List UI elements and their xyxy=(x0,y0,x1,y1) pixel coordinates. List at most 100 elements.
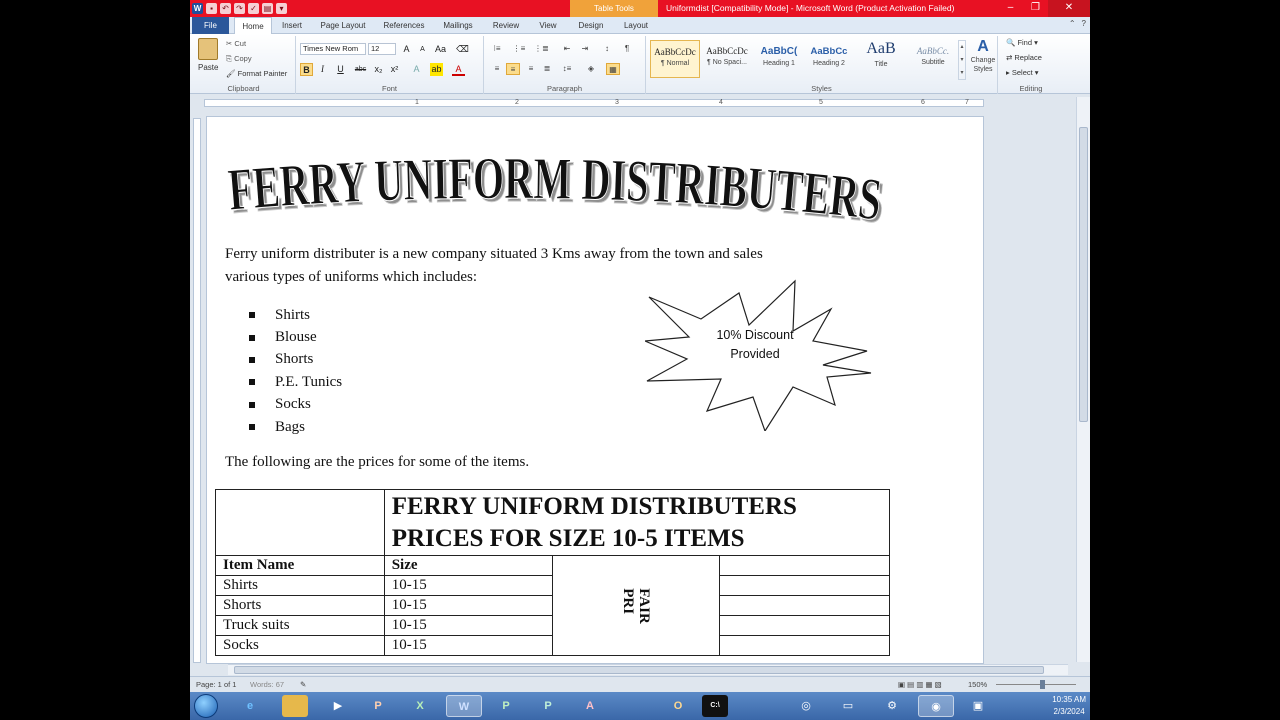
item-name-cell[interactable]: Shirts xyxy=(215,575,385,596)
italic-icon[interactable]: I xyxy=(316,63,329,76)
sort-icon[interactable]: ↕ xyxy=(600,43,614,55)
format-painter-button[interactable]: 🖌 Format Painter xyxy=(226,69,287,78)
style-no-spacing[interactable]: AaBbCcDc ¶ No Spaci... xyxy=(702,40,752,78)
rotated-price-cell[interactable]: FAIR PRI xyxy=(551,555,721,656)
copy-button[interactable]: ⎘ Copy xyxy=(226,54,252,64)
taskbar-outlook-icon[interactable]: O xyxy=(660,695,696,717)
word-count[interactable]: Words: 67 xyxy=(250,680,284,689)
horizontal-ruler[interactable]: 1 2 3 4 5 6 7 xyxy=(190,97,1090,109)
tab-view[interactable]: View xyxy=(534,17,562,34)
taskbar-cmd-icon[interactable]: C:\ xyxy=(702,695,728,717)
table-cell[interactable] xyxy=(215,489,385,556)
redo-icon[interactable]: ↷ xyxy=(234,3,245,14)
style-title[interactable]: AaB Title xyxy=(856,40,906,78)
text-effects-icon[interactable]: A xyxy=(410,63,423,76)
tab-mailings[interactable]: Mailings xyxy=(438,17,478,34)
taskbar-powerpoint-icon[interactable]: P xyxy=(360,695,396,717)
increase-indent-icon[interactable]: ⇥ xyxy=(578,43,592,55)
horizontal-scrollbar[interactable] xyxy=(228,664,1068,675)
tab-design[interactable]: Design xyxy=(572,17,610,34)
tab-home[interactable]: Home xyxy=(234,17,272,35)
help-icon[interactable]: ? xyxy=(1082,19,1086,28)
zoom-slider-thumb[interactable] xyxy=(1040,680,1045,689)
numbering-icon[interactable]: ⋮≡ xyxy=(512,43,526,55)
table-cell[interactable] xyxy=(719,555,890,576)
taskbar-window-icon[interactable]: ▣ xyxy=(960,695,996,717)
document-page[interactable]: FERRY UNIFORM DISTRIBUTERS FERRY UNIFORM… xyxy=(206,116,984,664)
justify-icon[interactable]: ≣ xyxy=(540,63,554,75)
highlight-icon[interactable]: ab xyxy=(430,63,443,76)
table-cell[interactable] xyxy=(719,575,890,596)
superscript-icon[interactable]: x² xyxy=(388,63,401,76)
page-count[interactable]: Page: 1 of 1 xyxy=(196,680,236,689)
minimize-icon[interactable]: – xyxy=(998,0,1023,17)
show-marks-icon[interactable]: ¶ xyxy=(620,43,634,55)
font-color-icon[interactable]: A xyxy=(452,63,465,76)
spelling-icon[interactable]: ✓ xyxy=(248,3,259,14)
taskbar-app-icon[interactable]: ▭ xyxy=(830,695,866,717)
proofing-icon[interactable]: ✎ xyxy=(300,680,306,689)
horizontal-scroll-thumb[interactable] xyxy=(234,666,1044,674)
table-cell[interactable] xyxy=(719,635,890,656)
style-normal[interactable]: AaBbCcDc ¶ Normal xyxy=(650,40,700,78)
taskbar-chrome-icon[interactable]: ◉ xyxy=(918,695,954,717)
change-styles-button[interactable]: A Change Styles xyxy=(968,38,998,74)
paste-icon[interactable] xyxy=(198,38,218,60)
underline-icon[interactable]: U xyxy=(334,63,347,76)
styles-gallery-scroll[interactable]: ▴ ▾ ▾ xyxy=(958,40,966,80)
taskbar-access-icon[interactable]: A xyxy=(572,695,608,717)
column-header-item[interactable]: Item Name xyxy=(215,555,385,576)
wordart-title[interactable]: FERRY UNIFORM DISTRIBUTERS FERRY UNIFORM… xyxy=(225,152,885,227)
decrease-indent-icon[interactable]: ⇤ xyxy=(560,43,574,55)
item-name-cell[interactable]: Truck suits xyxy=(215,615,385,636)
table-cell[interactable] xyxy=(719,615,890,636)
tab-references[interactable]: References xyxy=(378,17,430,34)
align-center-icon[interactable]: ≡ xyxy=(506,63,520,75)
print-icon[interactable]: ▤ xyxy=(262,3,273,14)
restore-icon[interactable]: ❐ xyxy=(1023,0,1048,17)
view-buttons[interactable]: ▣ ▤ ▥ ▦ ▧ xyxy=(898,680,942,689)
tab-review[interactable]: Review xyxy=(488,17,524,34)
style-subtitle[interactable]: AaBbCc. Subtitle xyxy=(908,40,958,78)
item-name-cell[interactable]: Shorts xyxy=(215,595,385,616)
align-right-icon[interactable]: ≡ xyxy=(524,63,538,75)
tab-layout[interactable]: Layout xyxy=(618,17,654,34)
tab-file[interactable]: File xyxy=(192,17,229,34)
prices-table[interactable]: FERRY UNIFORM DISTRIBUTERS PRICES FOR SI… xyxy=(215,489,891,656)
tab-insert[interactable]: Insert xyxy=(276,17,308,34)
table-header-cell[interactable]: FERRY UNIFORM DISTRIBUTERS PRICES FOR SI… xyxy=(383,489,891,556)
size-cell[interactable]: 10-15 xyxy=(383,575,553,596)
subscript-icon[interactable]: x₂ xyxy=(372,63,385,76)
style-heading-1[interactable]: AaBbC( Heading 1 xyxy=(754,40,804,78)
taskbar-excel-icon[interactable]: X xyxy=(402,695,438,717)
vertical-scrollbar[interactable] xyxy=(1076,97,1090,662)
table-cell[interactable] xyxy=(719,595,890,616)
bullets-icon[interactable]: ⁝≡ xyxy=(490,43,504,55)
font-size-select[interactable]: 12 xyxy=(368,43,396,55)
font-name-select[interactable]: Times New Rom xyxy=(300,43,366,55)
replace-button[interactable]: ⇄ Replace xyxy=(1006,53,1042,62)
line-spacing-icon[interactable]: ↕≡ xyxy=(560,63,574,75)
select-button[interactable]: ▸ Select ▾ xyxy=(1006,68,1039,77)
zoom-level[interactable]: 150% xyxy=(968,680,987,689)
paste-button[interactable]: Paste xyxy=(198,63,218,72)
save-icon[interactable]: ▪ xyxy=(206,3,217,14)
start-button[interactable] xyxy=(194,694,218,718)
undo-icon[interactable]: ↶ xyxy=(220,3,231,14)
multilevel-list-icon[interactable]: ⋮≣ xyxy=(534,43,549,55)
shrink-font-icon[interactable]: A xyxy=(416,43,429,56)
taskbar-explorer-icon[interactable] xyxy=(282,695,308,717)
size-cell[interactable]: 10-15 xyxy=(383,615,553,636)
taskbar-ie-icon[interactable]: e xyxy=(232,695,268,717)
taskbar-word-icon[interactable]: W xyxy=(446,695,482,717)
clear-formatting-icon[interactable]: ⌫ xyxy=(456,43,469,56)
shading-icon[interactable]: ◈ xyxy=(584,63,598,75)
zoom-slider[interactable] xyxy=(996,684,1076,685)
close-icon[interactable]: ✕ xyxy=(1048,0,1090,17)
customize-toolbar-icon[interactable]: ▾ xyxy=(276,3,287,14)
column-header-size[interactable]: Size xyxy=(383,555,553,576)
vertical-ruler[interactable] xyxy=(193,118,201,663)
taskbar-project-icon[interactable]: P xyxy=(530,695,566,717)
bold-icon[interactable]: B xyxy=(300,63,313,76)
system-clock[interactable]: 10:35 AM 2/3/2024 xyxy=(1052,694,1086,718)
